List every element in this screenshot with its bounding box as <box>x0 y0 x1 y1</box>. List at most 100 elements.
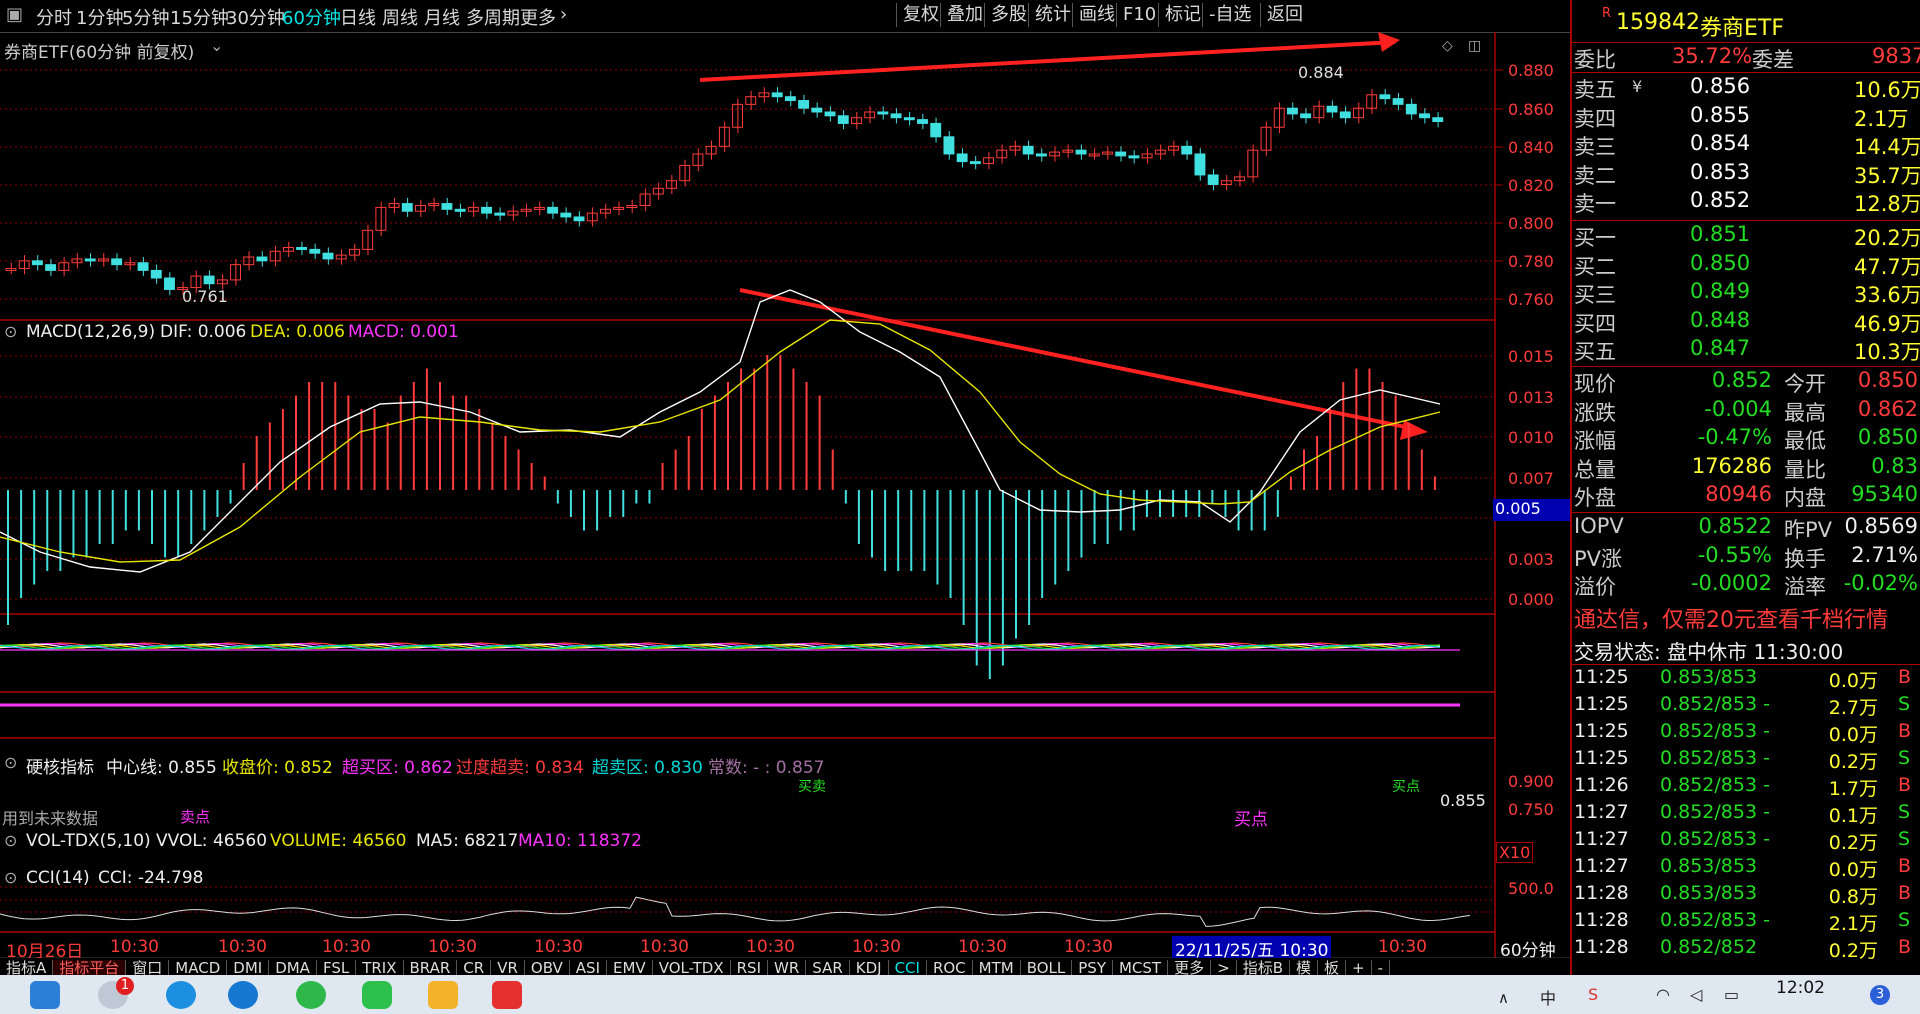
trend-arrowhead <box>1378 32 1400 52</box>
indicator-tab[interactable]: VOL-TDX <box>653 960 731 975</box>
tdx-app-icon[interactable] <box>492 981 522 1009</box>
indicator-tab[interactable]: DMA <box>269 960 317 975</box>
bid-row-4[interactable]: 买四 0.848 46.9万 <box>1572 308 1920 336</box>
hard-tick: 0.900 <box>1508 772 1554 791</box>
multi-stock-button[interactable]: 多股 <box>984 3 1033 27</box>
bid-row-5[interactable]: 买五 0.847 10.3万 <box>1572 336 1920 364</box>
candle-body <box>877 111 889 115</box>
ask-row-1[interactable]: 卖一 0.852 12.8万 <box>1572 188 1920 216</box>
bid-row-2[interactable]: 买二 0.850 47.7万 <box>1572 251 1920 279</box>
time-label: 10:30 <box>322 937 371 957</box>
candle-body <box>1181 145 1193 155</box>
f10-button[interactable]: F10 <box>1116 3 1162 27</box>
tf-1min[interactable]: 1分钟 <box>76 4 123 30</box>
promo-banner[interactable]: 通达信，仅需20元查看千档行情 <box>1572 600 1920 633</box>
stock-name: 券商ETF <box>1700 16 1784 41</box>
indicator-tab[interactable]: 指标平台 <box>53 960 127 975</box>
remove-watchlist-button[interactable]: -自选 <box>1202 3 1258 27</box>
tf-60min[interactable]: 60分钟 <box>282 4 341 30</box>
indicator-tab[interactable]: 指标B <box>1237 960 1290 975</box>
edge-browser-icon[interactable] <box>228 981 258 1009</box>
indicator-tab[interactable]: > <box>1211 960 1237 975</box>
tf-intraday[interactable]: 分时 <box>36 4 72 30</box>
indicator-tab[interactable]: 更多 <box>1168 960 1212 975</box>
kline-chart-area[interactable] <box>0 32 1570 958</box>
ask-row-3[interactable]: 卖三 0.854 14.4万 <box>1572 131 1920 159</box>
tf-30min[interactable]: 30分钟 <box>226 4 285 30</box>
indicator-tab[interactable]: PSY <box>1072 960 1113 975</box>
sogou-icon[interactable]: S <box>1588 985 1598 1004</box>
indicator-tab[interactable]: VR <box>491 960 525 975</box>
indicator-tab[interactable]: - <box>1372 960 1391 975</box>
ask-row-2[interactable]: 卖二 0.853 35.7万 <box>1572 160 1920 188</box>
indicator-tab[interactable]: EMV <box>607 960 653 975</box>
mark-button[interactable]: 标记 <box>1158 3 1207 27</box>
candle-body <box>256 256 268 262</box>
tf-daily[interactable]: 日线 <box>340 4 376 30</box>
candle-body <box>1115 151 1127 157</box>
wechat-icon[interactable] <box>362 981 392 1009</box>
indicator-tab[interactable]: CR <box>457 960 492 975</box>
indicator-tab[interactable]: 窗口 <box>126 960 170 975</box>
indicator-tab[interactable]: DMI <box>227 960 270 975</box>
bid-row-1[interactable]: 买一 0.851 20.2万 <box>1572 222 1920 250</box>
ie-browser-icon[interactable] <box>166 981 196 1009</box>
indicator-tab[interactable]: BRAR <box>404 960 458 975</box>
notification-center-badge[interactable]: 3 <box>1870 985 1890 1005</box>
vol-collapse-icon[interactable]: ⊙ <box>4 831 17 850</box>
tf-weekly[interactable]: 周线 <box>382 4 418 30</box>
layout-icon[interactable]: ◫ <box>1468 38 1481 54</box>
indicator-tab[interactable]: KDJ <box>850 960 889 975</box>
ask-row-4[interactable]: 卖四 0.855 2.1万 <box>1572 103 1920 131</box>
indicator-tab[interactable]: BOLL <box>1021 960 1073 975</box>
bid-row-3[interactable]: 买三 0.849 33.6万 <box>1572 279 1920 307</box>
back-button[interactable]: 返回 <box>1260 3 1309 27</box>
tf-15min[interactable]: 15分钟 <box>170 4 229 30</box>
overlay-button[interactable]: 叠加 <box>940 3 989 27</box>
indicator-tab[interactable]: SAR <box>806 960 850 975</box>
diamond-icon[interactable]: ◇ <box>1442 38 1453 54</box>
chevron-down-icon[interactable]: ⌄ <box>210 36 223 55</box>
chevron-right-icon[interactable]: › <box>560 4 567 25</box>
indicator-tab[interactable]: ROC <box>927 960 973 975</box>
price-tick: 0.880 <box>1508 61 1554 80</box>
cci-collapse-icon[interactable]: ⊙ <box>4 868 17 887</box>
tf-multi[interactable]: 多周期 <box>466 4 520 30</box>
indicator-tab[interactable]: OBV <box>525 960 570 975</box>
fuquan-button[interactable]: 复权 <box>896 3 945 27</box>
hard-collapse-icon[interactable]: ⊙ <box>4 753 17 772</box>
ask-row-5[interactable]: 卖五 ¥ 0.856 10.6万 <box>1572 74 1920 102</box>
volume-icon[interactable]: ◁ <box>1690 985 1702 1004</box>
macd-collapse-icon[interactable]: ⊙ <box>4 322 17 341</box>
indicator-tab[interactable]: RSI <box>731 960 768 975</box>
tick-row: 11:25 0.852/853 - 0.2万 S <box>1574 747 1911 773</box>
browser-360-icon[interactable] <box>296 981 326 1009</box>
stats-button[interactable]: 统计 <box>1028 3 1077 27</box>
indicator-tab[interactable]: FSL <box>317 960 357 975</box>
indicator-tab[interactable]: MCST <box>1113 960 1169 975</box>
tf-more[interactable]: 更多 <box>520 4 556 30</box>
tf-5min[interactable]: 5分钟 <box>122 4 169 30</box>
indicator-tab[interactable]: 指标A <box>0 960 54 975</box>
indicator-tab[interactable]: TRIX <box>356 960 404 975</box>
window-menu-icon[interactable]: ▣ <box>6 4 23 25</box>
windows-start-icon[interactable] <box>30 981 60 1009</box>
clock-time[interactable]: 12:02 <box>1776 978 1825 998</box>
indicator-tab[interactable]: MTM <box>973 960 1021 975</box>
battery-icon[interactable]: ▭ <box>1724 985 1739 1004</box>
chevron-up-icon[interactable]: ∧ <box>1498 989 1509 1007</box>
file-explorer-icon[interactable] <box>428 981 458 1009</box>
indicator-tab[interactable]: 模 <box>1290 960 1318 975</box>
indicator-tab[interactable]: 板 <box>1318 960 1347 975</box>
indicator-tab[interactable]: WR <box>768 960 807 975</box>
indicator-tab[interactable]: MACD <box>169 960 228 975</box>
draw-button[interactable]: 画线 <box>1072 3 1121 27</box>
price-tick: 0.780 <box>1508 252 1554 271</box>
indicator-tab[interactable]: + <box>1346 960 1372 975</box>
indicator-tab[interactable]: ASI <box>570 960 608 975</box>
indicator-tab[interactable]: CCI <box>889 960 927 975</box>
tf-monthly[interactable]: 月线 <box>424 4 460 30</box>
wifi-icon[interactable]: ◠ <box>1656 985 1670 1004</box>
macd-dif: DIF: 0.006 <box>160 322 247 342</box>
ime-icon[interactable]: 中 <box>1540 985 1556 1009</box>
